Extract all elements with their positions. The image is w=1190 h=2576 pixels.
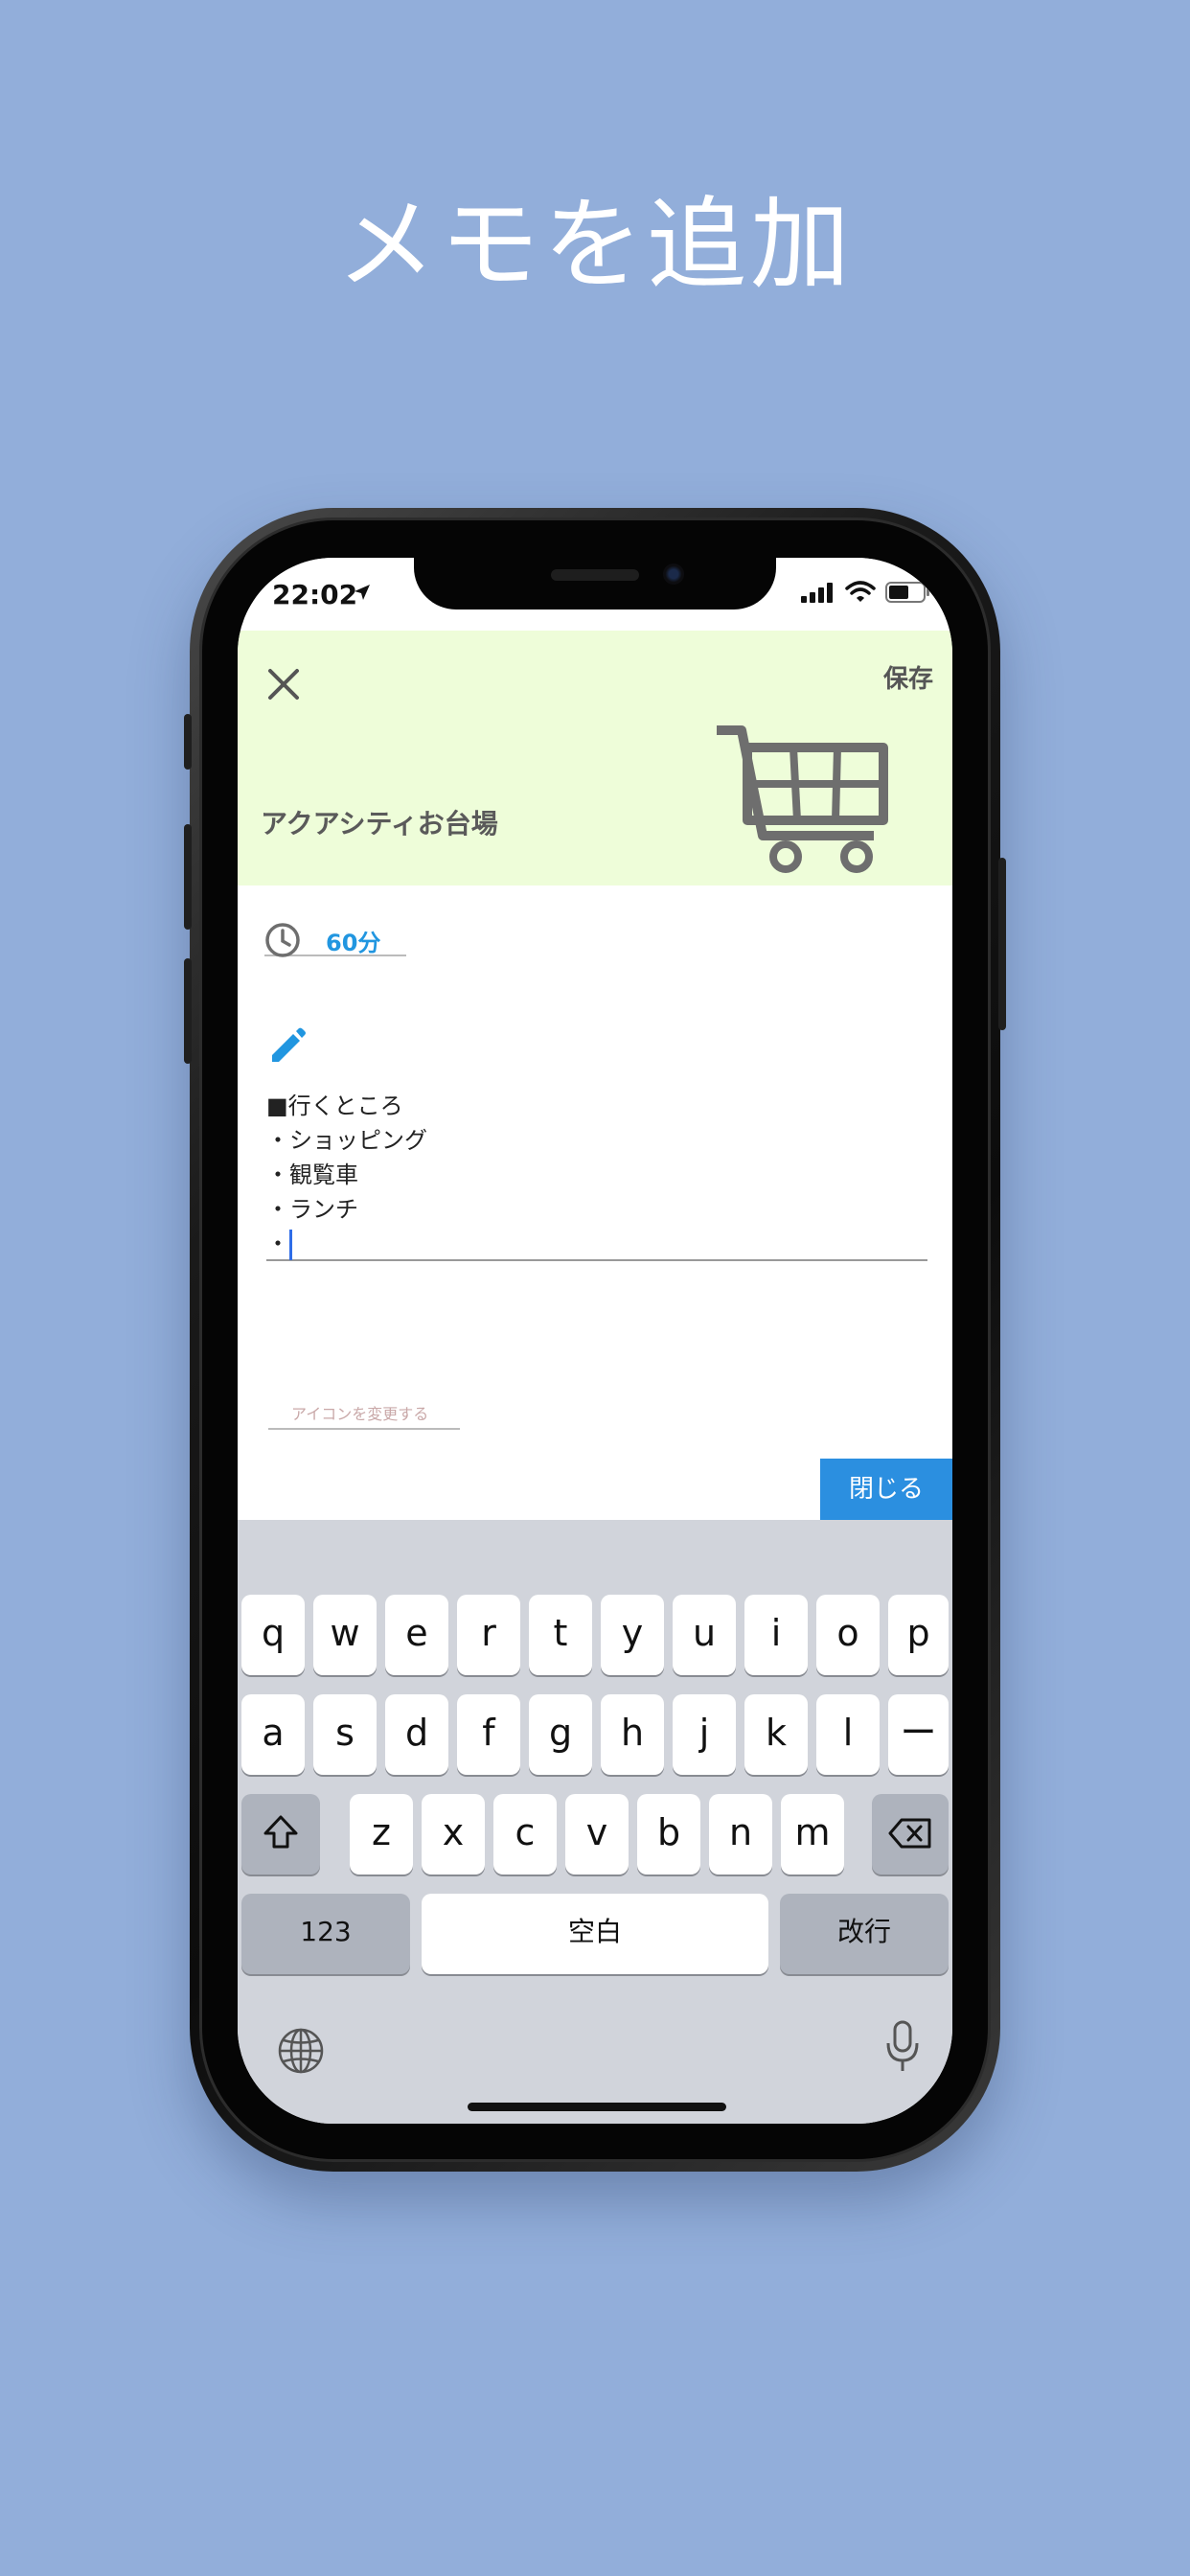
key-c[interactable]: c	[493, 1794, 557, 1874]
key-e[interactable]: e	[385, 1595, 448, 1675]
volume-up-button	[184, 824, 192, 930]
key-a[interactable]: a	[241, 1694, 305, 1775]
key-s[interactable]: s	[313, 1694, 377, 1775]
key-q[interactable]: q	[241, 1595, 305, 1675]
key-v[interactable]: v	[565, 1794, 629, 1874]
save-button[interactable]: 保存	[883, 659, 933, 695]
key-h[interactable]: h	[601, 1694, 664, 1775]
close-icon[interactable]	[263, 663, 305, 705]
shift-key[interactable]	[241, 1794, 320, 1874]
clock-icon	[265, 923, 300, 957]
memo-line: ・観覧車	[266, 1162, 358, 1188]
close-keyboard-button[interactable]: 閉じる	[820, 1459, 952, 1520]
battery-icon	[885, 582, 929, 603]
key-i[interactable]: i	[744, 1595, 808, 1675]
phone-screen: 22:02 保存 アクアシティお台場 60分 ■行くところ ・ショッピング ・観…	[238, 558, 952, 2124]
key-n[interactable]: n	[709, 1794, 772, 1874]
key-long-vowel[interactable]: ー	[888, 1694, 949, 1775]
mute-switch	[184, 714, 192, 770]
memo-textarea[interactable]: ■行くところ ・ショッピング ・観覧車 ・ランチ ・	[266, 1089, 927, 1261]
memo-line: ・ショッピング	[266, 1127, 427, 1154]
duration-field[interactable]: 60分	[264, 922, 406, 957]
microphone-icon[interactable]	[885, 2020, 920, 2074]
key-t[interactable]: t	[529, 1595, 592, 1675]
page-headline: メモを追加	[335, 186, 854, 303]
text-caret	[289, 1230, 292, 1260]
key-w[interactable]: w	[313, 1595, 377, 1675]
memo-header: 保存 アクアシティお台場	[238, 631, 952, 886]
home-indicator[interactable]	[468, 2103, 726, 2111]
duration-value: 60分	[326, 930, 381, 956]
key-b[interactable]: b	[637, 1794, 700, 1874]
memo-line: ■行くところ	[266, 1092, 403, 1119]
key-x[interactable]: x	[422, 1794, 485, 1874]
key-z[interactable]: z	[350, 1794, 413, 1874]
pencil-icon	[272, 1027, 306, 1062]
volume-down-button	[184, 958, 192, 1064]
key-r[interactable]: r	[457, 1595, 520, 1675]
memo-line: ・ランチ	[266, 1196, 358, 1223]
shift-icon	[263, 1815, 298, 1849]
location-arrow-icon	[355, 585, 370, 600]
key-m[interactable]: m	[781, 1794, 844, 1874]
earpiece-speaker	[551, 569, 639, 581]
key-u[interactable]: u	[673, 1595, 736, 1675]
key-y[interactable]: y	[601, 1595, 664, 1675]
status-time: 22:02	[272, 579, 358, 610]
numbers-key[interactable]: 123	[241, 1894, 410, 1974]
key-d[interactable]: d	[385, 1694, 448, 1775]
key-k[interactable]: k	[744, 1694, 808, 1775]
globe-icon[interactable]	[276, 2026, 326, 2076]
space-key[interactable]: 空白	[422, 1894, 768, 1974]
front-camera	[663, 564, 684, 585]
key-j[interactable]: j	[673, 1694, 736, 1775]
wifi-icon	[845, 581, 876, 602]
memo-line: ・	[266, 1230, 289, 1257]
place-name: アクアシティお台場	[261, 808, 498, 840]
keyboard: q w e r t y u i o p a s d f g h j k l ー …	[238, 1520, 952, 2124]
key-f[interactable]: f	[457, 1694, 520, 1775]
change-icon-link[interactable]: アイコンを変更する	[268, 1401, 460, 1430]
power-button	[998, 858, 1006, 1030]
notch	[414, 558, 776, 610]
cellular-signal-icon	[801, 583, 833, 603]
backspace-key[interactable]	[872, 1794, 949, 1874]
key-o[interactable]: o	[816, 1595, 880, 1675]
key-p[interactable]: p	[888, 1595, 949, 1675]
shopping-cart-icon[interactable]	[713, 723, 895, 876]
key-g[interactable]: g	[529, 1694, 592, 1775]
backspace-icon	[888, 1818, 931, 1849]
return-key[interactable]: 改行	[780, 1894, 949, 1974]
key-l[interactable]: l	[816, 1694, 880, 1775]
